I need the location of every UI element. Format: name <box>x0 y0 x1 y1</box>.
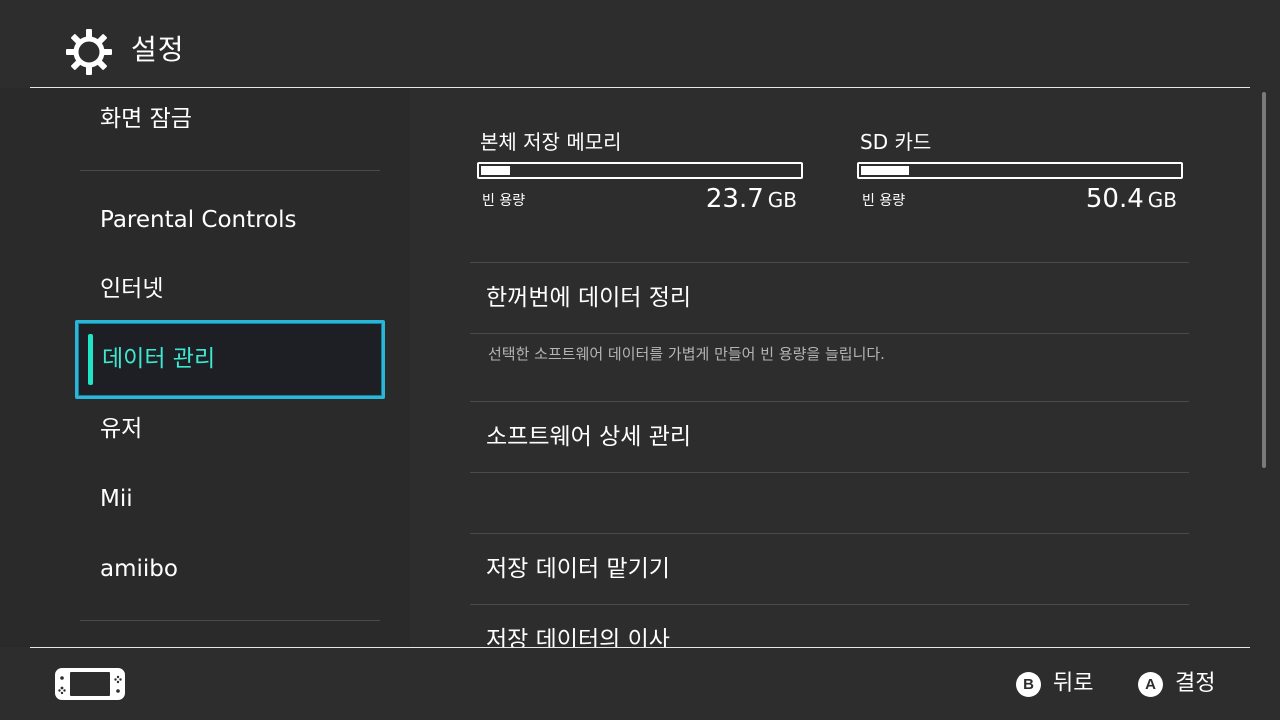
sd-card-free-label: 빈 용량 <box>862 193 906 209</box>
menu-item-description: 선택한 소프트웨어 데이터를 가볍게 만들어 빈 용량을 늘립니다. <box>488 345 885 363</box>
sd-card-free-unit: GB <box>1147 188 1177 212</box>
system-memory-usage-fill <box>481 166 510 175</box>
system-memory-free-label: 빈 용량 <box>482 193 526 209</box>
gear-icon <box>66 29 112 75</box>
sidebar-item-amiibo[interactable]: amiibo <box>100 554 178 584</box>
menu-divider <box>470 262 1189 263</box>
back-label: 뒤로 <box>1053 671 1094 696</box>
sidebar-item-parental-controls[interactable]: Parental Controls <box>100 205 297 235</box>
sidebar-divider <box>80 620 380 621</box>
scrollbar[interactable] <box>1262 92 1266 468</box>
system-memory-free-value: 23.7 GB <box>617 184 797 215</box>
menu-divider <box>470 333 1189 334</box>
sidebar-item-data-management[interactable]: 데이터 관리 <box>75 320 385 399</box>
menu-divider <box>470 604 1189 605</box>
system-memory-usage-bar <box>477 162 803 179</box>
sidebar-item-internet[interactable]: 인터넷 <box>100 274 163 304</box>
a-button-icon: A <box>1138 671 1163 697</box>
menu-item-manage-software[interactable]: 소프트웨어 상세 관리 <box>486 422 691 452</box>
confirm-label: 결정 <box>1175 671 1216 696</box>
sd-card-free-number: 50.4 <box>1085 184 1144 214</box>
sidebar-item-mii[interactable]: Mii <box>100 484 133 514</box>
sd-card-usage-fill <box>861 166 909 175</box>
selection-indicator <box>88 334 93 385</box>
menu-item-bulk-archive[interactable]: 한꺼번에 데이터 정리 <box>486 283 691 313</box>
page-title: 설정 <box>131 33 185 66</box>
menu-divider <box>470 533 1189 534</box>
system-memory-free-number: 23.7 <box>705 184 764 214</box>
confirm-button[interactable]: A 결정 <box>1138 669 1215 699</box>
sd-card-title: SD 카드 <box>860 130 932 154</box>
menu-item-transfer-save-data[interactable]: 저장 데이터의 이사 <box>486 625 670 647</box>
back-button[interactable]: B 뒤로 <box>1016 669 1093 699</box>
sd-card-usage-bar <box>857 162 1183 179</box>
menu-divider <box>470 472 1189 473</box>
content-viewport: 화면 잠금 Parental Controls 인터넷 데이터 관리 유저 Mi… <box>0 88 1280 647</box>
b-button-icon: B <box>1016 671 1041 697</box>
footer: B 뒤로 A 결정 <box>0 648 1280 720</box>
sidebar-item-label: 데이터 관리 <box>102 346 216 372</box>
console-icon <box>55 668 125 700</box>
sidebar-divider <box>80 170 380 171</box>
sidebar-item-users[interactable]: 유저 <box>100 414 142 444</box>
sidebar-item-screen-lock[interactable]: 화면 잠금 <box>100 104 192 134</box>
system-memory-title: 본체 저장 메모리 <box>480 130 622 154</box>
menu-divider <box>470 401 1189 402</box>
header: 설정 <box>0 0 1280 88</box>
system-memory-free-unit: GB <box>767 188 797 212</box>
menu-item-save-data-cloud[interactable]: 저장 데이터 맡기기 <box>486 554 670 584</box>
sd-card-free-value: 50.4 GB <box>997 184 1177 215</box>
